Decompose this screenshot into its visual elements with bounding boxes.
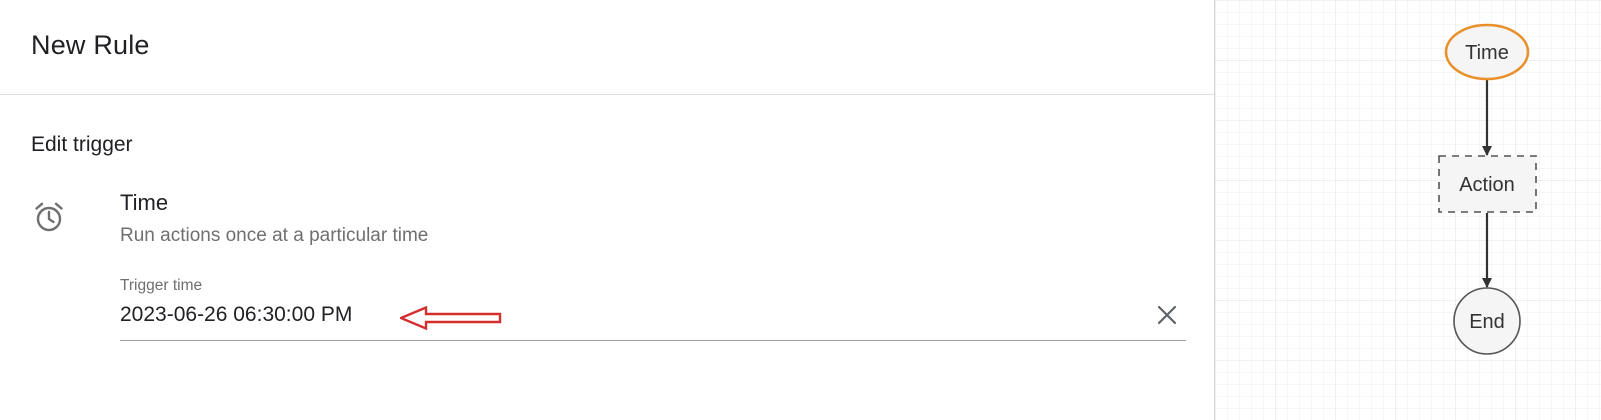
flow-node-action[interactable]: Action [1438,155,1537,213]
trigger-time-underline [120,340,1186,341]
flow-node-end[interactable]: End [1453,287,1521,355]
trigger-name: Time [120,190,169,215]
flow-node-time[interactable]: Time [1444,23,1530,81]
flow-diagram-canvas[interactable]: Time Action End [1215,0,1601,420]
editor-header: New Rule [0,0,1214,95]
trigger-time-input[interactable] [120,300,1120,330]
trigger-description: Run actions once at a particular time [120,225,429,246]
flow-node-time-label: Time [1465,42,1509,64]
section-title: Edit trigger [31,133,133,156]
left-arrow-icon [400,306,502,330]
page-title: New Rule [31,30,150,60]
flow-grid [1215,0,1601,420]
flow-node-end-label: End [1469,311,1505,333]
flow-node-action-label: Action [1459,174,1515,196]
close-icon[interactable] [1156,304,1178,326]
trigger-time-label: Trigger time [120,277,203,294]
alarm-clock-icon [35,202,63,232]
trigger-time-field[interactable]: Trigger time [120,270,1186,342]
rule-editor-panel: New Rule Edit trigger Time Run actions o… [0,0,1214,420]
